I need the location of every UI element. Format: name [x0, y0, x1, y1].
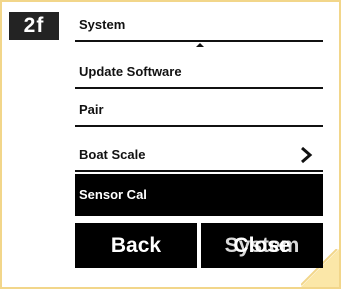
softkey-label-system: System [224, 234, 300, 257]
menu-item-label: Boat Scale [79, 147, 146, 162]
menu-item-label: Sensor Cal [79, 187, 147, 202]
menu-item-boat-scale[interactable]: Boat Scale [75, 137, 323, 172]
close-system-softkey[interactable]: Close System [201, 223, 323, 268]
menu-item-update-software[interactable]: Update Software [75, 54, 323, 89]
menu-item-label: Pair [79, 102, 104, 117]
device-screen: System Update Software Pair Boat Scale S… [75, 0, 323, 289]
menu-item-label: Update Software [79, 64, 182, 79]
menu-item-pair[interactable]: Pair [75, 92, 323, 127]
scroll-up-icon [196, 43, 204, 47]
menu-item-sensor-cal[interactable]: Sensor Cal [75, 174, 323, 216]
step-badge: 2f [9, 12, 59, 40]
menu-item-system[interactable]: System [75, 7, 323, 42]
menu-item-label: System [79, 17, 126, 32]
back-softkey-label: Back [110, 234, 162, 257]
scroll-down-icon [194, 217, 202, 221]
chevron-right-icon [301, 146, 313, 164]
back-softkey[interactable]: Back [75, 223, 197, 268]
